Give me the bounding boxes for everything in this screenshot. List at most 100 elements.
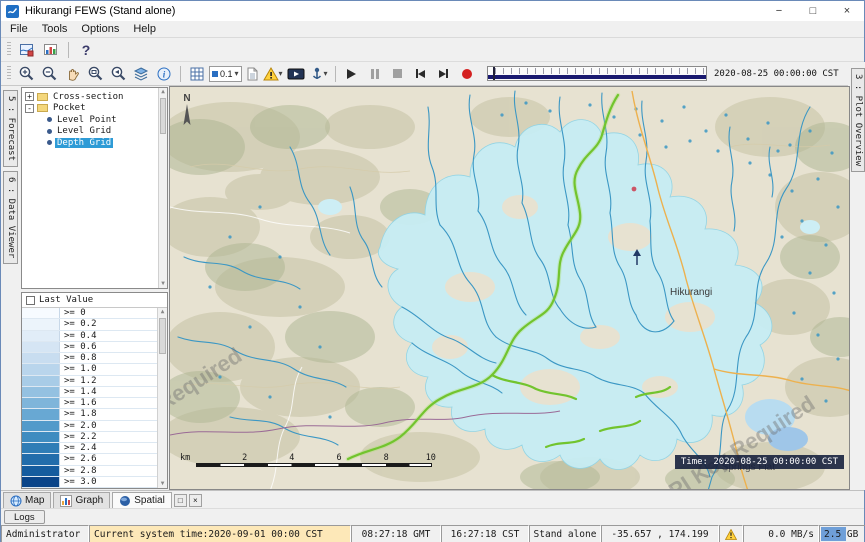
tree-item[interactable]: Depth Grid	[22, 137, 157, 149]
menu-item[interactable]: File	[3, 22, 35, 36]
legend-color-swatch	[22, 454, 60, 464]
legend-color-swatch	[22, 409, 60, 419]
legend-label: >= 2.8	[60, 466, 97, 476]
scalebar-tick-label: 8	[342, 453, 389, 463]
maximize-button[interactable]: □	[796, 1, 830, 21]
legend-row: >= 3.0	[22, 477, 157, 488]
scroll-down-icon[interactable]: ▼	[158, 480, 167, 488]
menu-item[interactable]: Tools	[35, 22, 75, 36]
legend-label: >= 1.4	[60, 387, 97, 397]
toolbar-grip[interactable]	[7, 42, 11, 57]
legend-color-swatch	[22, 376, 60, 386]
zoom-previous-button[interactable]	[107, 64, 129, 84]
legend-color-swatch	[22, 342, 60, 352]
pause-button[interactable]	[364, 64, 386, 84]
scroll-down-icon[interactable]: ▼	[159, 280, 167, 288]
tree-item-label: Level Point	[55, 115, 119, 125]
toolbar-separator	[68, 42, 69, 58]
grid-display-button[interactable]	[186, 64, 208, 84]
legend-panel: Last Value >= 0 >= 0.2	[21, 292, 168, 489]
toolbar-grip[interactable]	[7, 66, 11, 81]
record-button[interactable]	[456, 64, 478, 84]
tab-forecast[interactable]: 5 : Forecast	[3, 90, 18, 167]
layers-button[interactable]	[130, 64, 152, 84]
scrollbar-thumb[interactable]	[160, 98, 166, 134]
map-canvas[interactable]: N API Key Required API Key Required Hiku…	[169, 86, 850, 490]
logs-button[interactable]: Logs	[4, 510, 45, 524]
help-icon: ?	[82, 42, 91, 58]
tree-item-label: Level Grid	[55, 126, 113, 136]
pause-icon	[371, 69, 379, 79]
menu-item[interactable]: Options	[74, 22, 126, 36]
globe-icon	[10, 495, 22, 507]
pan-button[interactable]	[61, 64, 83, 84]
scroll-up-icon[interactable]: ▲	[159, 88, 167, 96]
close-button[interactable]: ×	[830, 1, 864, 21]
scrollbar-thumb[interactable]	[159, 318, 166, 354]
tab-map[interactable]: Map	[3, 492, 51, 508]
minimize-button[interactable]: −	[762, 1, 796, 21]
thresholds-button[interactable]: ▾	[262, 64, 284, 84]
tab-spatial[interactable]: Spatial	[112, 492, 172, 508]
status-network-rate: 0.0 MB/s	[743, 525, 819, 542]
legend-label: >= 2.6	[60, 454, 97, 464]
document-icon	[244, 66, 260, 82]
tab-plot-overview[interactable]: 3 : Plot Overview	[851, 68, 865, 172]
panel-restore-button[interactable]: □	[174, 494, 187, 507]
node-bullet-icon	[47, 129, 52, 134]
chevron-down-icon: ▾	[324, 69, 328, 78]
status-bar: Administrator Current system time:2020-0…	[1, 525, 864, 542]
grid-threshold-select[interactable]: 0.1 ▾	[209, 66, 242, 82]
zoom-out-button[interactable]	[38, 64, 60, 84]
info-icon: i	[156, 66, 172, 82]
node-bullet-icon	[47, 140, 52, 145]
folder-icon	[37, 104, 48, 112]
tree-scrollbar[interactable]: ▲ ▼	[158, 88, 167, 288]
status-system-time: Current system time:2020-09-01 00:00 CST	[89, 525, 351, 542]
zoom-in-button[interactable]	[15, 64, 37, 84]
report-button[interactable]	[243, 64, 261, 84]
timeline-slider[interactable]	[487, 66, 707, 81]
menu-item[interactable]: Help	[126, 22, 163, 36]
tree-item[interactable]: - Pocket	[22, 103, 157, 115]
play-button[interactable]	[341, 64, 363, 84]
tab-graph[interactable]: Graph	[53, 492, 110, 508]
skip-to-start-button[interactable]	[410, 64, 432, 84]
map-time-overlay: Time: 2020-08-25 00:00:00 CST	[675, 455, 844, 469]
tree-item[interactable]: Level Point	[22, 114, 157, 126]
tab-data-viewer[interactable]: 6 : Data Viewer	[3, 171, 18, 264]
legend-row: >= 1.8	[22, 409, 157, 420]
legend-row: >= 2.2	[22, 432, 157, 443]
info-button[interactable]: i	[153, 64, 175, 84]
skip-to-end-button[interactable]	[433, 64, 455, 84]
node-bullet-icon	[47, 117, 52, 122]
status-warning[interactable]	[719, 525, 743, 542]
database-button[interactable]	[16, 40, 38, 60]
tree-item[interactable]: Level Grid	[22, 126, 157, 138]
status-mode: Stand alone	[529, 525, 601, 542]
legend-row: >= 1.6	[22, 398, 157, 409]
tree-toggle-icon[interactable]: -	[25, 104, 34, 113]
animation-display-button[interactable]	[285, 64, 307, 84]
last-value-checkbox[interactable]	[26, 296, 35, 305]
timeline-range-bar	[488, 75, 706, 79]
forecast-button[interactable]	[40, 40, 62, 60]
profile-tool-button[interactable]: ▾	[308, 64, 330, 84]
tree-item[interactable]: + Cross-section	[22, 91, 157, 103]
toolbar-separator	[335, 66, 336, 82]
tree-toggle-icon[interactable]: +	[25, 92, 34, 101]
graph-icon	[60, 495, 72, 507]
stop-button[interactable]	[387, 64, 409, 84]
panel-close-button[interactable]: ×	[189, 494, 202, 507]
scroll-up-icon[interactable]: ▲	[158, 308, 167, 316]
legend-color-swatch	[22, 387, 60, 397]
legend-color-swatch	[22, 308, 60, 318]
app-logo-icon	[6, 5, 19, 18]
zoom-region-button[interactable]	[84, 64, 106, 84]
legend-row: >= 0.4	[22, 331, 157, 342]
help-button[interactable]: ?	[75, 40, 97, 60]
scalebar-tick-label: 6	[294, 453, 341, 463]
timeline-cursor[interactable]	[493, 67, 495, 80]
legend-scrollbar[interactable]: ▲ ▼	[157, 308, 167, 488]
bottom-tab-bar: Map Graph Spatial □ ×	[1, 490, 864, 508]
